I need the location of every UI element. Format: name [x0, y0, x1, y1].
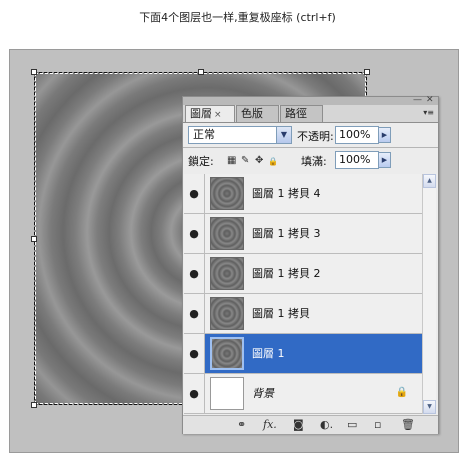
fx-icon[interactable]: fx.	[263, 418, 277, 432]
layer-row[interactable]: ● 圖層 1 拷貝 3	[184, 214, 422, 254]
new-layer-icon[interactable]: ▫	[374, 418, 381, 432]
tab-label: 圖層	[190, 107, 212, 120]
lock-move-icon[interactable]: ✥	[255, 155, 263, 167]
layer-row[interactable]: ● 圖層 1 拷貝 4	[184, 174, 422, 214]
layer-thumbnail	[210, 177, 244, 210]
eye-icon[interactable]: ●	[184, 334, 205, 373]
eye-icon[interactable]: ●	[184, 294, 205, 333]
blend-mode-select[interactable]: 正常 ▼	[188, 126, 292, 144]
opacity-input[interactable]: 100%	[335, 126, 379, 144]
chevron-down-icon[interactable]: ▼	[276, 127, 291, 143]
lock-paint-icon[interactable]: ✎	[241, 155, 249, 167]
panel-title-bar[interactable]: — ✕	[183, 95, 438, 105]
transform-handle[interactable]	[31, 69, 37, 75]
layer-name: 圖層 1 拷貝 2	[252, 267, 321, 280]
caption-text: 下面4个图层也一样,重复极座标 (ctrl+f)	[139, 11, 336, 24]
minimize-icon[interactable]: —	[413, 95, 422, 105]
layer-row[interactable]: ● 圖層 1 拷貝	[184, 294, 422, 334]
panel-menu-icon[interactable]: ▾≡	[423, 108, 434, 117]
tab-layers[interactable]: 圖層 ×	[185, 105, 235, 122]
layer-name: 圖層 1 拷貝	[252, 307, 310, 320]
layer-name: 圖層 1 拷貝 4	[252, 187, 321, 200]
layer-thumbnail	[210, 217, 244, 250]
layer-name: 圖層 1 拷貝 3	[252, 227, 321, 240]
tab-channels[interactable]: 色版	[236, 105, 279, 122]
layer-name: 圖層 1	[252, 347, 285, 360]
eye-icon[interactable]: ●	[184, 254, 205, 293]
lock-label: 鎖定:	[188, 155, 214, 168]
layer-name: 背景	[252, 387, 274, 400]
layer-row-selected[interactable]: ● 圖層 1	[184, 334, 422, 374]
fill-input[interactable]: 100%	[335, 151, 379, 169]
adjustment-icon[interactable]: ◐.	[320, 418, 333, 432]
lock-all-icon[interactable]: 🔒	[268, 156, 278, 168]
divider	[183, 147, 438, 148]
mask-icon[interactable]: ◙	[293, 418, 304, 432]
transform-handle[interactable]	[364, 69, 370, 75]
tab-paths[interactable]: 路徑	[280, 105, 323, 122]
lock-icon: 🔒	[395, 387, 408, 398]
layer-thumbnail	[210, 297, 244, 330]
layers-panel: — ✕ 圖層 × 色版 路徑 ▾≡ 正常 ▼ 不透明: 100% ▶ 鎖定: ▦ …	[182, 95, 439, 434]
group-icon[interactable]: ▭	[347, 418, 357, 432]
trash-icon[interactable]: 🗑	[401, 418, 415, 432]
close-icon[interactable]: ✕	[426, 95, 434, 105]
link-icon[interactable]: ⚭	[237, 418, 246, 432]
fill-arrow-icon[interactable]: ▶	[378, 152, 391, 168]
opacity-label: 不透明:	[297, 130, 334, 143]
transform-handle[interactable]	[198, 69, 204, 75]
layer-thumbnail	[210, 257, 244, 290]
layer-row-background[interactable]: ● 背景 🔒	[184, 374, 422, 414]
eye-icon[interactable]: ●	[184, 374, 205, 413]
panel-body: 正常 ▼ 不透明: 100% ▶ 鎖定: ▦ ✎ ✥ 🔒 填滿: 100% ▶ …	[183, 122, 438, 434]
layers-list: ● 圖層 1 拷貝 4 ● 圖層 1 拷貝 3 ● 圖層 1 拷貝 2 ● 圖層…	[184, 174, 422, 414]
fill-label: 填滿:	[301, 155, 327, 168]
opacity-arrow-icon[interactable]: ▶	[378, 127, 391, 143]
layer-thumbnail	[210, 377, 244, 410]
layer-thumbnail	[210, 337, 244, 370]
scroll-down-icon[interactable]: ▼	[423, 400, 436, 414]
layers-scrollbar[interactable]: ▲ ▼	[422, 174, 436, 414]
eye-icon[interactable]: ●	[184, 174, 205, 213]
transform-handle[interactable]	[31, 236, 37, 242]
lock-transparency-icon[interactable]: ▦	[227, 155, 236, 167]
tab-close-icon[interactable]: ×	[214, 110, 222, 120]
layer-row[interactable]: ● 圖層 1 拷貝 2	[184, 254, 422, 294]
scroll-up-icon[interactable]: ▲	[423, 174, 436, 188]
eye-icon[interactable]: ●	[184, 214, 205, 253]
blend-mode-value: 正常	[193, 128, 215, 141]
layers-bottom-bar: ⚭ fx. ◙ ◐. ▭ ▫ 🗑	[183, 415, 438, 434]
transform-handle[interactable]	[31, 402, 37, 408]
